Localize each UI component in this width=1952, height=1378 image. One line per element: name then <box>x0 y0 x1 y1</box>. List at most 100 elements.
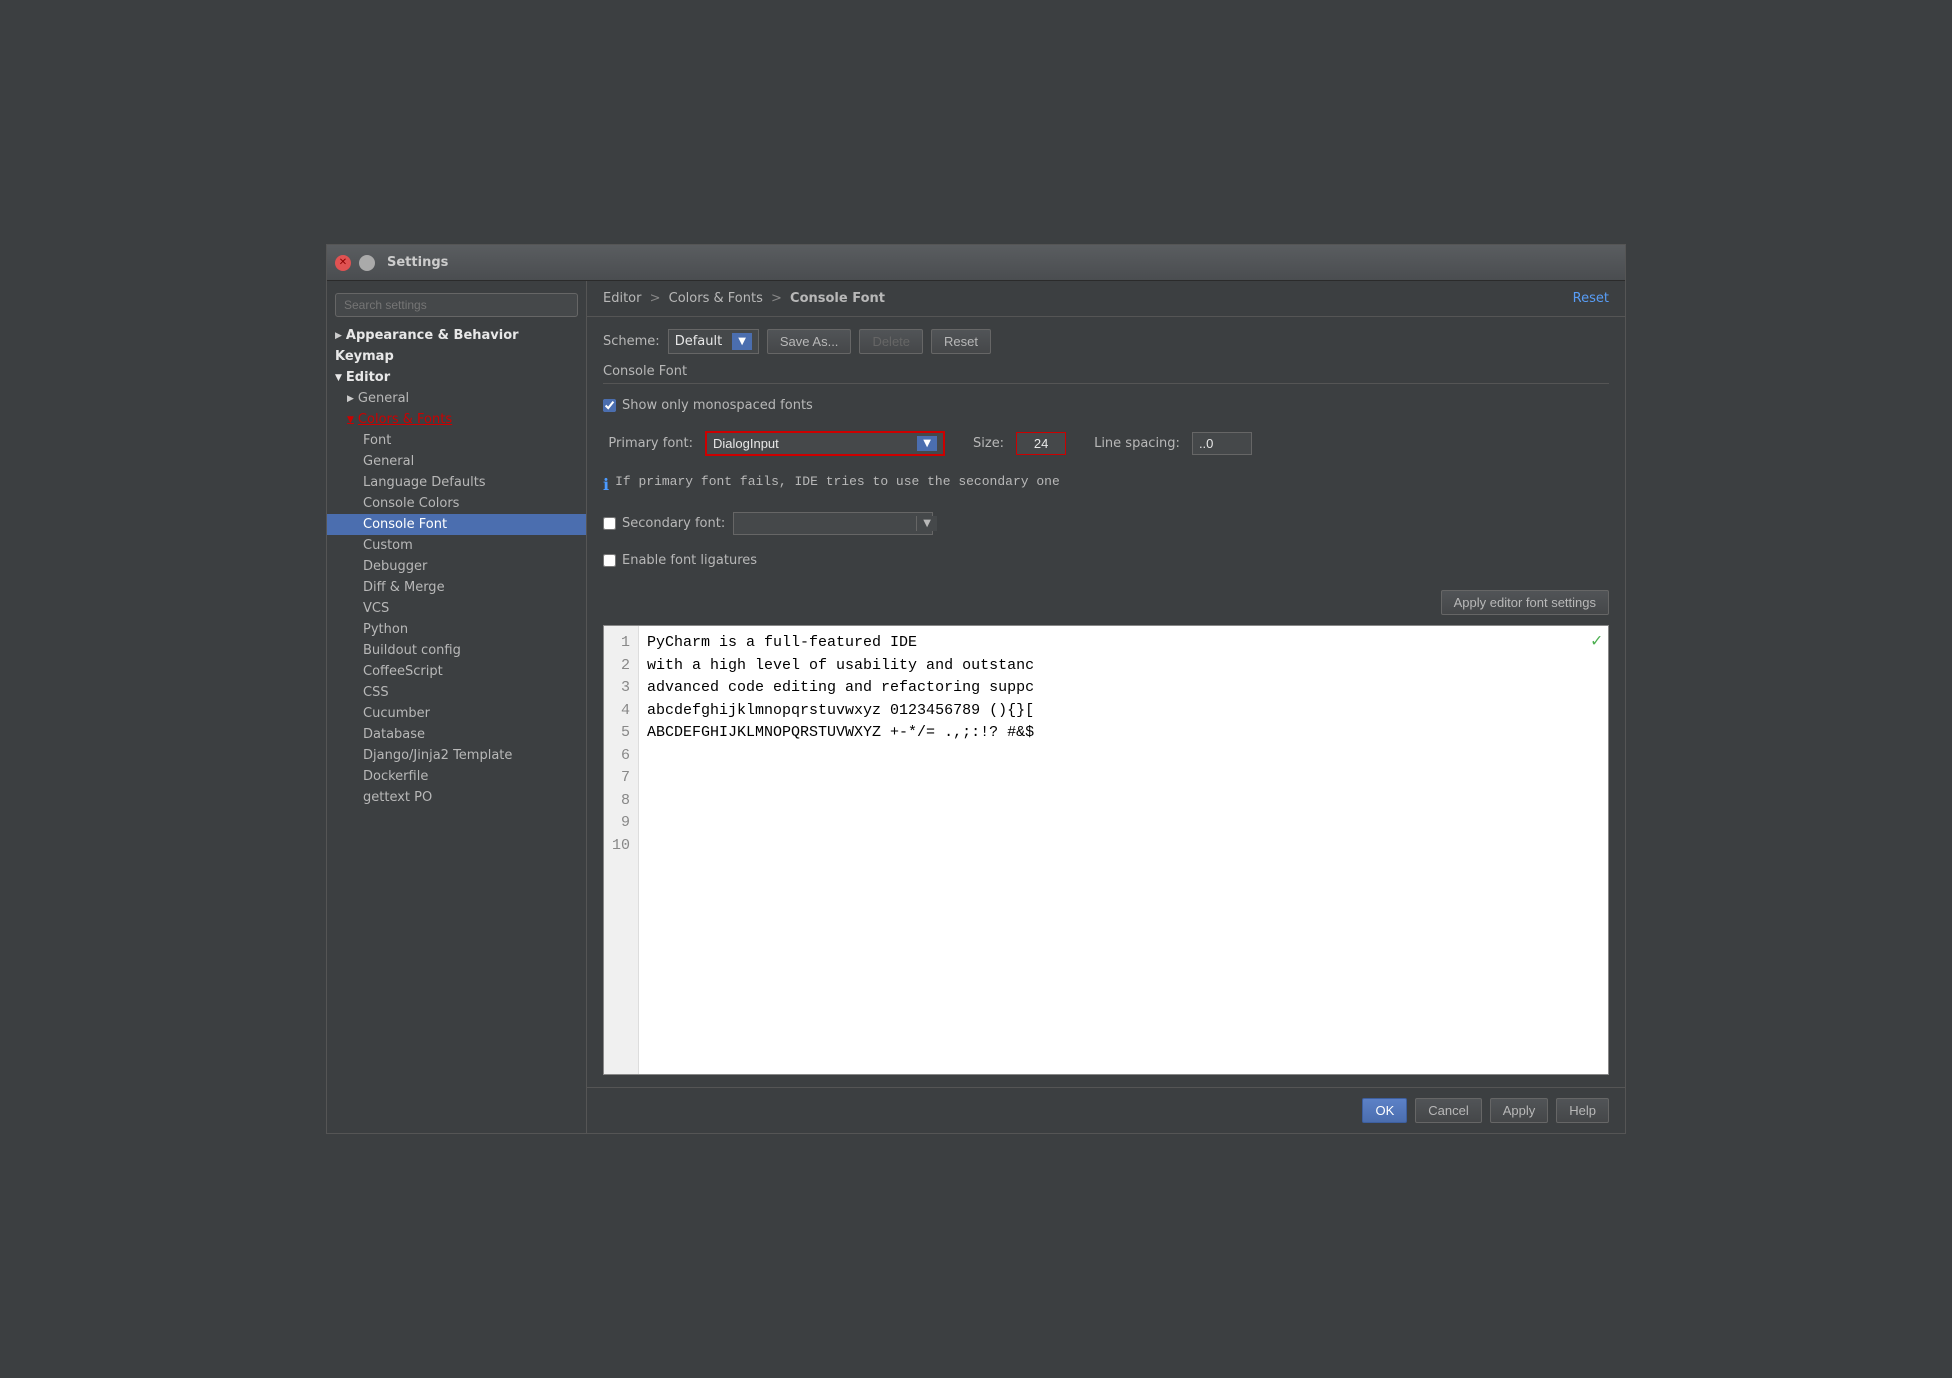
sidebar-item-debugger[interactable]: Debugger <box>327 556 586 577</box>
line-num-2: 2 <box>612 655 630 678</box>
info-row: ℹ If primary font fails, IDE tries to us… <box>603 474 1609 494</box>
sidebar-item-language-defaults[interactable]: Language Defaults <box>327 472 586 493</box>
sidebar-item-gettext[interactable]: gettext PO <box>327 787 586 808</box>
sidebar-item-console-colors[interactable]: Console Colors <box>327 493 586 514</box>
breadcrumb-sep1: > <box>650 291 665 306</box>
scheme-value: Default <box>675 334 729 349</box>
preview-text: PyCharm is a full-featured IDE with a hi… <box>639 626 1608 1074</box>
info-icon: ℹ <box>603 475 609 494</box>
line-num-6: 6 <box>612 745 630 768</box>
scheme-dropdown[interactable]: Default ▼ <box>668 329 759 354</box>
line-num-7: 7 <box>612 767 630 790</box>
sidebar-item-cucumber[interactable]: Cucumber <box>327 703 586 724</box>
breadcrumb: Editor > Colors & Fonts > Console Font <box>603 291 885 306</box>
sidebar-item-console-font[interactable]: Console Font <box>327 514 586 535</box>
secondary-font-label: Secondary font: <box>622 516 725 531</box>
breadcrumb-sep2: > <box>771 291 786 306</box>
preview-line-10 <box>647 812 1600 835</box>
triangle-icon: ▶ <box>347 394 354 404</box>
content-area: Scheme: Default ▼ Save As... Delete Rese… <box>587 317 1625 1087</box>
apply-editor-font-button[interactable]: Apply editor font settings <box>1441 590 1609 615</box>
breadcrumb-current: Console Font <box>790 291 885 306</box>
save-as-button[interactable]: Save As... <box>767 329 852 354</box>
line-num-1: 1 <box>612 632 630 655</box>
secondary-font-checkbox-label[interactable]: Secondary font: <box>603 516 725 531</box>
secondary-font-row: Secondary font: ▼ <box>603 512 1609 535</box>
minimize-button[interactable] <box>359 255 375 271</box>
dialog-title: Settings <box>387 255 448 270</box>
preview-line-numbers: 1 2 3 4 5 6 7 8 9 10 <box>604 626 639 1074</box>
info-text: If primary font fails, IDE tries to use … <box>615 474 1060 489</box>
ligatures-checkbox-label[interactable]: Enable font ligatures <box>603 553 757 568</box>
line-num-4: 4 <box>612 700 630 723</box>
triangle-icon: ▶ <box>335 331 342 341</box>
preview-area: 1 2 3 4 5 6 7 8 9 10 PyCharm is a full-f… <box>603 625 1609 1075</box>
apply-button[interactable]: Apply <box>1490 1098 1549 1123</box>
sidebar-item-keymap[interactable]: Keymap <box>327 346 586 367</box>
titlebar: ✕ Settings <box>327 245 1625 281</box>
sidebar-item-database[interactable]: Database <box>327 724 586 745</box>
primary-font-dropdown-arrow[interactable]: ▼ <box>917 436 937 451</box>
search-input[interactable] <box>335 293 578 317</box>
preview-line-2: with a high level of usability and outst… <box>647 655 1600 678</box>
line-num-10: 10 <box>612 835 630 858</box>
sidebar-item-general2[interactable]: General <box>327 451 586 472</box>
sidebar: ▶ Appearance & Behavior Keymap ▼ Editor … <box>327 281 587 1133</box>
primary-font-row: Primary font: ▼ Size: Line spacing: <box>603 431 1609 456</box>
secondary-font-dropdown-arrow[interactable]: ▼ <box>916 516 937 531</box>
sidebar-item-general[interactable]: ▶ General <box>327 388 586 409</box>
monospaced-label: Show only monospaced fonts <box>622 398 813 413</box>
scheme-label: Scheme: <box>603 334 660 349</box>
close-button[interactable]: ✕ <box>335 255 351 271</box>
preview-line-8 <box>647 767 1600 790</box>
reset-button[interactable]: Reset <box>931 329 991 354</box>
line-spacing-input[interactable] <box>1192 432 1252 455</box>
sidebar-item-colors-fonts[interactable]: ▼ Colors & Fonts <box>327 409 586 430</box>
size-input[interactable] <box>1016 432 1066 455</box>
ligatures-row: Enable font ligatures <box>603 553 1609 568</box>
sidebar-item-python[interactable]: Python <box>327 619 586 640</box>
sidebar-item-buildout[interactable]: Buildout config <box>327 640 586 661</box>
ok-button[interactable]: OK <box>1362 1098 1407 1123</box>
sidebar-item-appearance[interactable]: ▶ Appearance & Behavior <box>327 325 586 346</box>
sidebar-item-diff-merge[interactable]: Diff & Merge <box>327 577 586 598</box>
monospaced-checkbox-label[interactable]: Show only monospaced fonts <box>603 398 813 413</box>
secondary-font-combo[interactable]: ▼ <box>733 512 933 535</box>
breadcrumb-bar: Editor > Colors & Fonts > Console Font R… <box>587 281 1625 317</box>
sidebar-item-custom[interactable]: Custom <box>327 535 586 556</box>
monospaced-row: Show only monospaced fonts <box>603 398 1609 413</box>
line-num-9: 9 <box>612 812 630 835</box>
primary-font-input[interactable] <box>713 436 917 451</box>
primary-font-combo[interactable]: ▼ <box>705 431 945 456</box>
secondary-font-checkbox[interactable] <box>603 517 616 530</box>
reset-link[interactable]: Reset <box>1573 291 1609 306</box>
sidebar-item-vcs[interactable]: VCS <box>327 598 586 619</box>
sidebar-item-editor[interactable]: ▼ Editor <box>327 367 586 388</box>
size-label: Size: <box>973 436 1004 451</box>
cancel-button[interactable]: Cancel <box>1415 1098 1481 1123</box>
bottom-bar: OK Cancel Apply Help <box>587 1087 1625 1133</box>
ligatures-label: Enable font ligatures <box>622 553 757 568</box>
preview-line-5: abcdefghijklmnopqrstuvwxyz 0123456789 ()… <box>647 700 1600 723</box>
checkmark-icon: ✓ <box>1591 630 1602 652</box>
scheme-dropdown-arrow[interactable]: ▼ <box>732 333 752 350</box>
triangle-open-icon: ▼ <box>335 373 342 383</box>
help-button[interactable]: Help <box>1556 1098 1609 1123</box>
sidebar-item-coffeescript[interactable]: CoffeeScript <box>327 661 586 682</box>
line-num-3: 3 <box>612 677 630 700</box>
sidebar-item-dockerfile[interactable]: Dockerfile <box>327 766 586 787</box>
line-num-5: 5 <box>612 722 630 745</box>
preview-line-6: ABCDEFGHIJKLMNOPQRSTUVWXYZ +-*/= .,;:!? … <box>647 722 1600 745</box>
scheme-row: Scheme: Default ▼ Save As... Delete Rese… <box>603 329 1609 354</box>
breadcrumb-colors-fonts: Colors & Fonts <box>669 291 763 306</box>
dialog-body: ▶ Appearance & Behavior Keymap ▼ Editor … <box>327 281 1625 1133</box>
monospaced-checkbox[interactable] <box>603 399 616 412</box>
ligatures-checkbox[interactable] <box>603 554 616 567</box>
delete-button[interactable]: Delete <box>859 329 923 354</box>
secondary-font-input[interactable] <box>740 516 916 531</box>
apply-editor-font-row: Apply editor font settings <box>603 590 1609 615</box>
sidebar-item-django[interactable]: Django/Jinja2 Template <box>327 745 586 766</box>
settings-dialog: ✕ Settings ▶ Appearance & Behavior Keyma… <box>326 244 1626 1134</box>
sidebar-item-font[interactable]: Font <box>327 430 586 451</box>
sidebar-item-css[interactable]: CSS <box>327 682 586 703</box>
